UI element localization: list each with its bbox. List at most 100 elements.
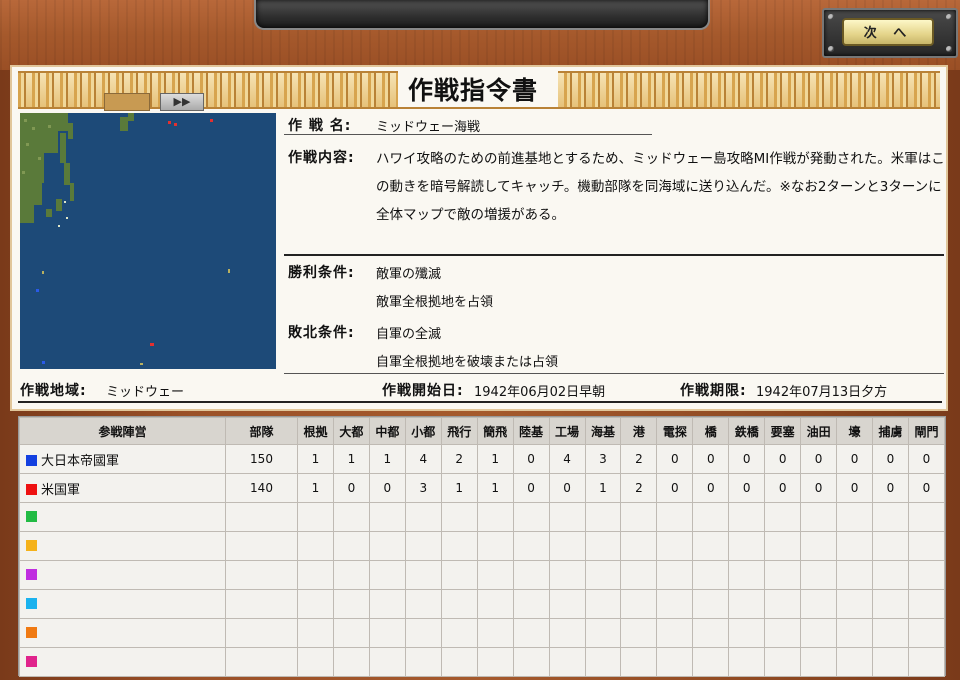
op-content-label: 作戦内容: — [288, 150, 355, 166]
op-content-value: ハワイ攻略のための前進基地とするため、ミッドウェー島攻略MI作戦が発動された。米… — [376, 151, 945, 223]
table-cell — [764, 502, 802, 532]
table-cell — [728, 531, 766, 561]
start-value: 1942年06月02日早朝 — [474, 385, 606, 400]
table-cell — [368, 589, 406, 619]
table-row[interactable]: 米国軍 140 1 0 0 3 1 1 0 0 1 2 0 0 0 0 0 0 0 0 — [19, 473, 946, 503]
table-cell — [225, 647, 298, 677]
table-cell — [297, 560, 334, 590]
table-cell — [907, 531, 946, 561]
table-cell: 1 — [584, 473, 622, 503]
table-cell — [332, 618, 370, 648]
column-header: 大都 — [332, 417, 370, 445]
table-cell: 1 — [440, 473, 478, 503]
fast-forward-button[interactable]: ▶▶ — [160, 93, 204, 111]
table-cell — [404, 647, 442, 677]
table-cell — [225, 502, 298, 532]
table-cell — [836, 531, 873, 561]
table-cell — [800, 647, 838, 677]
table-cell: 0 — [548, 473, 586, 503]
table-cell — [440, 560, 478, 590]
table-row[interactable] — [19, 502, 946, 532]
faction-cell: 米国軍 — [19, 473, 226, 503]
defeat-condition-2: 自軍全根拠地を破壊または占領 — [376, 355, 559, 370]
table-cell — [692, 589, 730, 619]
table-row[interactable] — [19, 647, 946, 677]
table-cell — [476, 618, 514, 648]
table-cell — [836, 560, 873, 590]
faction-color-icon — [26, 626, 37, 638]
column-header: 閘門 — [907, 417, 946, 445]
column-header: 小都 — [404, 417, 442, 445]
column-header: 油田 — [800, 417, 838, 445]
table-cell — [656, 647, 694, 677]
table-cell — [584, 560, 622, 590]
table-cell — [476, 560, 514, 590]
table-cell — [297, 502, 334, 532]
column-header: 壕 — [836, 417, 873, 445]
table-cell: 0 — [332, 473, 370, 503]
table-cell — [620, 647, 658, 677]
victory-condition-2: 敵軍全根拠地を占領 — [376, 295, 494, 310]
table-cell — [512, 531, 550, 561]
table-cell — [836, 618, 873, 648]
table-cell — [476, 531, 514, 561]
table-cell — [332, 647, 370, 677]
table-cell — [728, 589, 766, 619]
table-row[interactable] — [19, 589, 946, 619]
table-cell — [512, 647, 550, 677]
table-cell — [728, 647, 766, 677]
table-cell — [800, 589, 838, 619]
operation-order-panel: 作戦指令書 ▶▶ 作 戦 名: ミッドウェー海戦 作戦内容: ハワイ攻略のための… — [10, 65, 948, 411]
table-cell: 3 — [584, 444, 622, 474]
table-cell — [512, 589, 550, 619]
table-row[interactable] — [19, 560, 946, 590]
table-cell — [907, 502, 946, 532]
next-button[interactable]: 次 へ — [842, 18, 934, 46]
table-cell: 1 — [476, 444, 514, 474]
table-cell — [512, 560, 550, 590]
faction-cell — [19, 618, 226, 648]
table-cell — [656, 560, 694, 590]
table-cell: 1 — [297, 444, 334, 474]
table-cell: 2 — [440, 444, 478, 474]
table-cell — [548, 560, 586, 590]
faction-color-icon — [26, 510, 37, 522]
table-cell: 0 — [800, 444, 838, 474]
faction-color-icon — [26, 568, 37, 580]
table-cell — [836, 589, 873, 619]
table-cell — [728, 560, 766, 590]
table-cell — [404, 560, 442, 590]
table-cell — [836, 502, 873, 532]
table-cell — [440, 531, 478, 561]
table-row[interactable] — [19, 618, 946, 648]
table-cell: 0 — [368, 473, 406, 503]
table-row[interactable]: 大日本帝國軍 150 1 1 1 4 2 1 0 4 3 2 0 0 0 0 0 0 0 0 — [19, 444, 946, 474]
table-cell — [297, 618, 334, 648]
deadline-label: 作戦期限: — [680, 383, 747, 399]
table-cell — [332, 560, 370, 590]
table-cell — [584, 502, 622, 532]
table-cell: 0 — [872, 444, 909, 474]
page-slider[interactable] — [104, 93, 150, 111]
rivet-icon — [946, 14, 952, 20]
table-cell: 0 — [656, 444, 694, 474]
table-cell — [476, 589, 514, 619]
faction-cell — [19, 589, 226, 619]
area-value: ミッドウェー — [106, 385, 185, 400]
table-cell: 2 — [620, 444, 658, 474]
table-row[interactable] — [19, 531, 946, 561]
column-header: 海基 — [584, 417, 622, 445]
table-cell — [512, 618, 550, 648]
area-label: 作戦地域: — [20, 383, 87, 399]
table-cell — [368, 618, 406, 648]
table-cell — [872, 560, 909, 590]
table-cell — [872, 589, 909, 619]
table-cell — [764, 560, 802, 590]
table-cell — [332, 531, 370, 561]
table-cell — [764, 589, 802, 619]
table-cell — [764, 647, 802, 677]
table-cell — [440, 647, 478, 677]
table-cell — [656, 531, 694, 561]
table-cell — [548, 502, 586, 532]
table-cell — [656, 589, 694, 619]
